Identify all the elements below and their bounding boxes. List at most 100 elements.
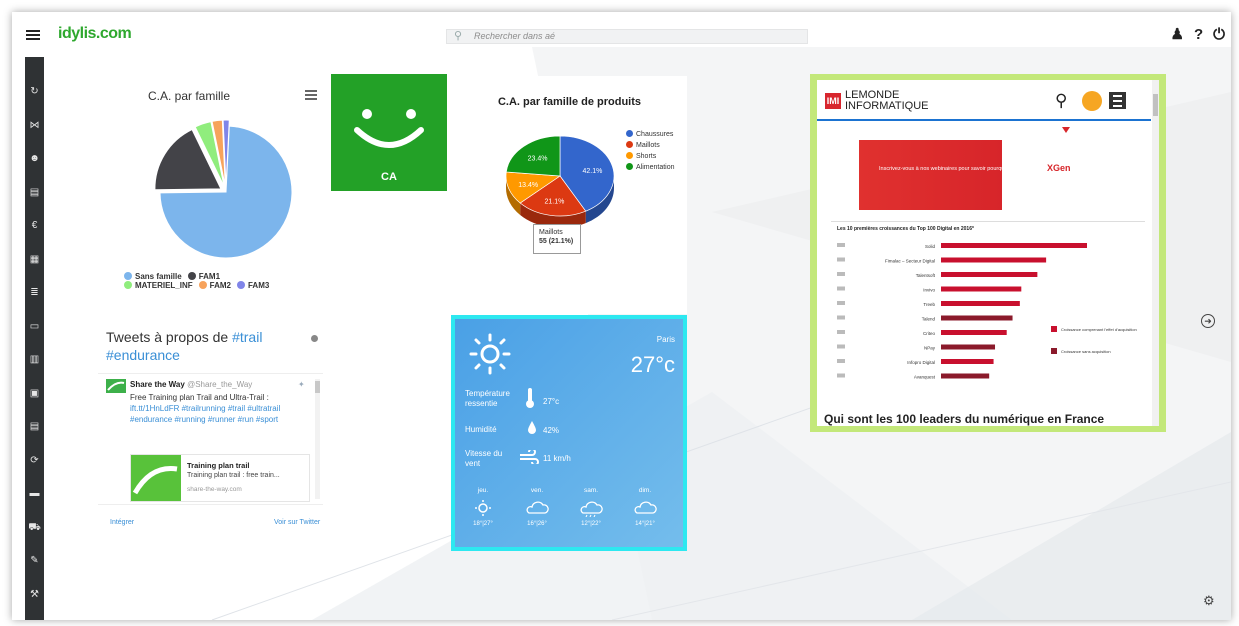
forecast-day: dim. <box>638 487 652 494</box>
truck-icon[interactable]: ⛟ <box>25 522 44 534</box>
next-page-arrow-icon[interactable]: ➜ <box>1201 314 1215 328</box>
link-preview-card[interactable]: Training plan trail Training plan trail … <box>130 454 310 502</box>
bar-label: NPay <box>924 346 936 351</box>
forecast-range: 14°|21° <box>635 521 655 527</box>
tweets-title-prefix: Tweets à propos de <box>106 329 229 345</box>
tweet-scrollbar[interactable] <box>315 379 320 499</box>
pie-chart-produits: 42.1% 21.1% 13.4% 23.4% <box>505 135 615 228</box>
refresh-icon[interactable]: ↻ <box>25 86 44 98</box>
advertisement-banner[interactable]: Inscrivez-vous à nos webinaires pour sav… <box>859 140 1097 210</box>
info-icon[interactable] <box>311 335 318 342</box>
folder-open-icon[interactable]: ▬ <box>25 488 44 500</box>
ca-label: CA <box>381 171 397 183</box>
legend-label: MATERIEL_INF <box>135 281 193 290</box>
search-input[interactable]: ⚲ Rechercher dans aé <box>446 29 808 44</box>
widget-ca-par-famille-produits: C.A. par famille de produits 42.1% 21.1% 1… <box>452 76 687 314</box>
brand-line-2: INFORMATIQUE <box>845 100 929 112</box>
tweet-author[interactable]: Share the Way @Share_the_Way <box>130 380 252 389</box>
news-bar-chart: Solid Fimalac – Secteur Digital Talentsoft… <box>837 243 1137 380</box>
documents-icon[interactable]: ▤ <box>25 187 44 199</box>
bar-label: Talend <box>922 317 936 322</box>
wrench-icon[interactable]: ✎ <box>25 555 44 567</box>
news-header: IMI LEMONDE INFORMATIQUE ⚲ <box>817 80 1151 121</box>
cloud-icon <box>634 501 657 514</box>
legend-item[interactable]: Alimentation <box>626 163 675 171</box>
legend-item[interactable]: MATERIEL_INF <box>124 281 193 290</box>
legend-item[interactable]: Sans famille <box>124 272 182 281</box>
slice-value-label: 21.1% <box>545 198 565 205</box>
feels-like-label: Température ressentie <box>465 389 510 408</box>
weather-city: Paris <box>656 335 675 344</box>
dashboard-window: idylis.com ⚲ Rechercher dans aé ♟ ? ⏻ ↻ ⋈… <box>12 12 1231 620</box>
ad-brand: XGen <box>1047 163 1071 173</box>
thermometer-icon <box>526 388 534 408</box>
sync-icon[interactable]: ⟳ <box>25 455 44 467</box>
file-icon[interactable]: ▣ <box>25 388 44 400</box>
legend-item[interactable]: Maillots <box>626 141 660 149</box>
forecast-day: sam. <box>583 487 599 494</box>
hashtag-endurance[interactable]: #endurance <box>106 347 180 363</box>
gear-icon[interactable]: ⚙ <box>1203 593 1215 609</box>
menu-icon[interactable] <box>1109 92 1126 109</box>
ca-tile[interactable]: CA <box>331 74 447 191</box>
legend-swatch <box>1051 348 1057 354</box>
preview-image <box>131 455 181 501</box>
news-bar <box>941 257 1047 263</box>
news-scrollbar[interactable] <box>1152 80 1159 426</box>
chevron-down-icon <box>1062 127 1070 133</box>
legend-swatch <box>626 163 633 170</box>
view-on-twitter-link[interactable]: Voir sur Twitter <box>274 519 320 526</box>
contacts-icon[interactable]: ☻ <box>25 153 44 165</box>
hashtag-trail[interactable]: #trail <box>232 329 262 345</box>
tweet-links[interactable]: ift.tt/1HnLdFR #trailrunning #trail #ult… <box>130 404 280 424</box>
folder-icon[interactable]: ▭ <box>25 321 44 333</box>
legend-item[interactable]: Chaussures <box>626 130 673 138</box>
embed-link[interactable]: Intégrer <box>110 519 134 526</box>
author-handle: @Share_the_Way <box>187 380 253 389</box>
tool-icon[interactable]: ⚒ <box>25 589 44 601</box>
tooltip-value: 55 (21.1%) <box>539 238 574 245</box>
power-icon[interactable]: ⏻ <box>1213 26 1225 43</box>
legend-item[interactable]: Shorts <box>626 152 656 160</box>
feels-like-value: 27°c <box>543 397 560 406</box>
news-logo[interactable]: IMI <box>825 93 841 109</box>
legend-swatch <box>124 272 132 280</box>
network-icon[interactable]: ⋈ <box>25 120 44 132</box>
calendar-icon[interactable]: ▦ <box>25 254 44 266</box>
preview-url: share-the-way.com <box>187 486 242 493</box>
app-logo[interactable]: idylis.com <box>58 25 132 43</box>
forecast-day: ven. <box>530 487 544 494</box>
help-icon[interactable]: ? <box>1194 26 1203 43</box>
legend-swatch <box>187 272 196 280</box>
widget-title: C.A. par famille <box>147 89 231 103</box>
widget-ca-par-famille: C.A. par famille Sans famille FAM1 MATERIE… <box>96 76 329 314</box>
widget-lemonde-informatique: IMI LEMONDE INFORMATIQUE ⚲ Inscrivez-vou… <box>810 74 1166 432</box>
users-settings-icon[interactable]: ♟ <box>1171 25 1184 43</box>
sun-icon <box>469 333 511 375</box>
ad-text: Inscrivez-vous à nos webinaires pour sav… <box>879 166 1009 172</box>
legend-label: FAM3 <box>247 281 270 290</box>
news-page[interactable]: IMI LEMONDE INFORMATIQUE ⚲ Inscrivez-vou… <box>817 80 1159 426</box>
news-bar <box>941 286 1022 292</box>
user-icon[interactable] <box>1082 91 1102 111</box>
search-placeholder: Rechercher dans aé <box>474 31 556 41</box>
cloud-icon <box>526 501 549 514</box>
bar-label: Avanquest <box>914 375 936 380</box>
search-icon[interactable]: ⚲ <box>1055 91 1067 111</box>
euro-icon[interactable]: € <box>25 220 44 232</box>
widget-menu-icon[interactable] <box>305 90 317 102</box>
layers-icon[interactable]: ▥ <box>25 354 44 366</box>
menu-icon[interactable] <box>26 30 40 40</box>
avatar[interactable] <box>106 379 126 393</box>
news-headline[interactable]: Qui sont les 100 leaders du numérique en… <box>824 412 1149 426</box>
legend-label: Sans famille <box>135 272 182 281</box>
legend-item[interactable]: FAM3 <box>236 281 270 290</box>
search-icon: ⚲ <box>454 30 463 42</box>
stack-icon[interactable]: ≣ <box>25 287 44 299</box>
file-text-icon[interactable]: ▤ <box>25 421 44 433</box>
news-bar <box>941 272 1038 277</box>
legend-item[interactable]: FAM2 <box>198 281 231 290</box>
bar-label: Treeb <box>923 302 935 307</box>
widget-tweets: Tweets à propos de #trail #endurance Sha… <box>96 321 329 549</box>
legend-item[interactable]: FAM1 <box>187 272 220 281</box>
